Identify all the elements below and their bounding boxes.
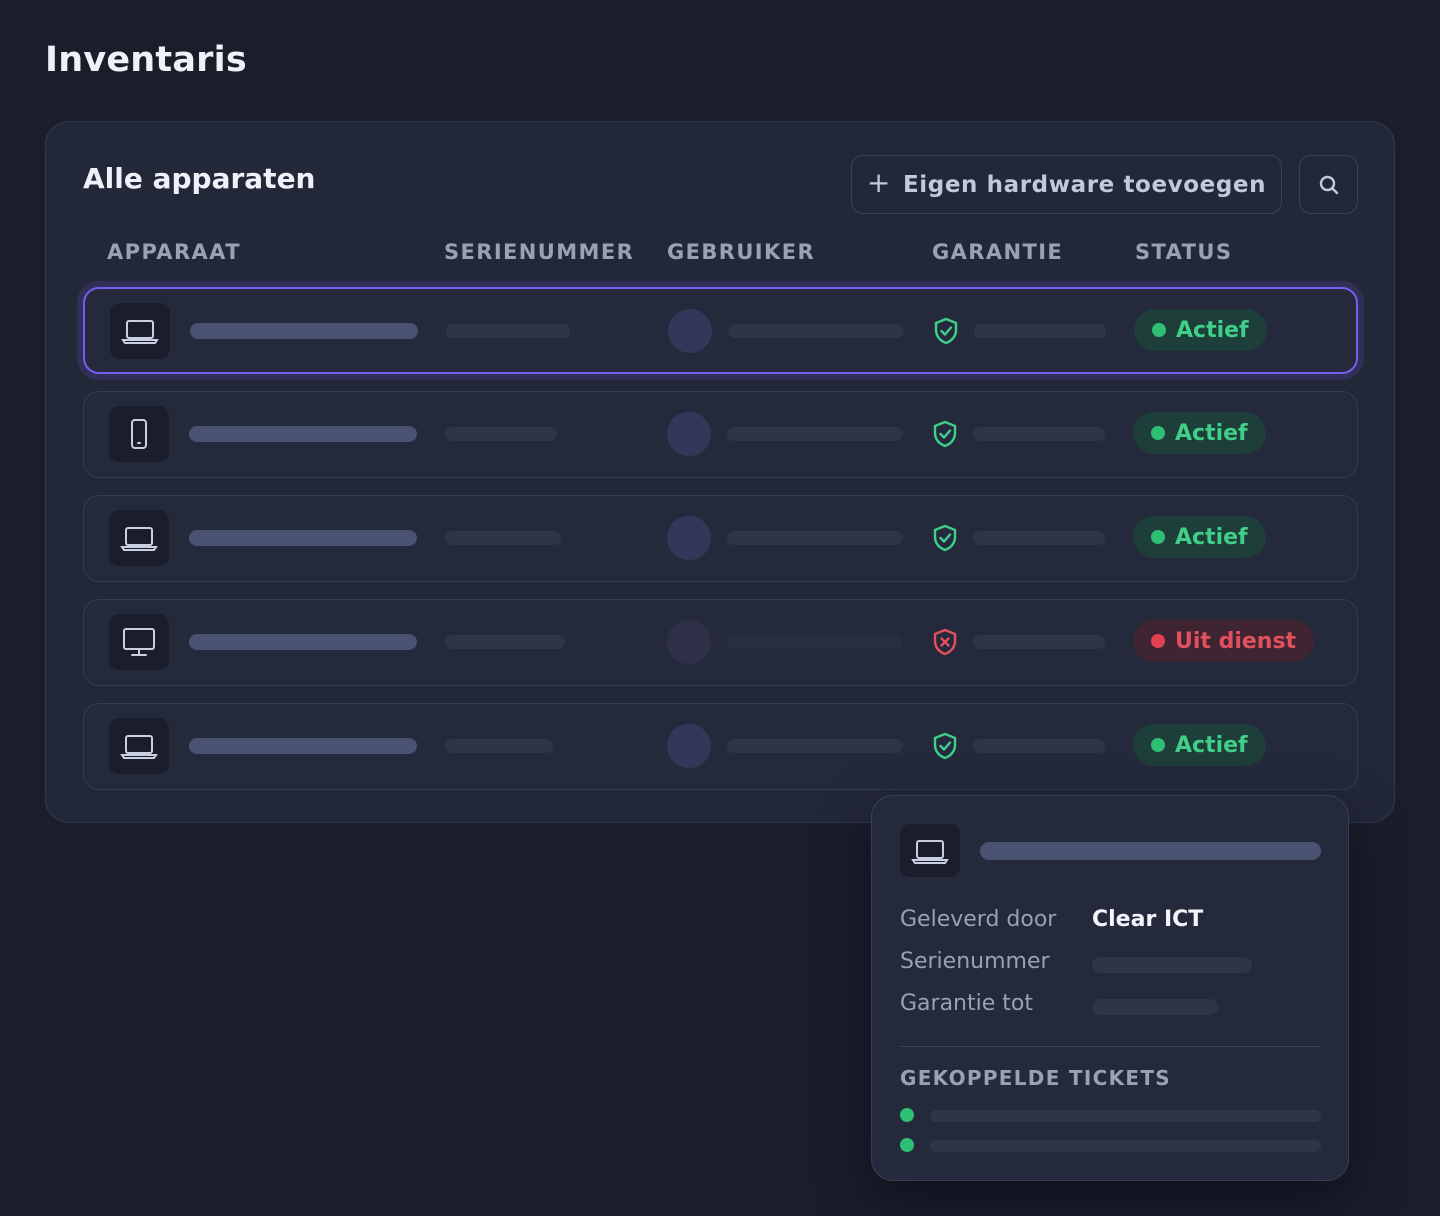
user-name-placeholder	[727, 635, 903, 649]
status-label: Actief	[1175, 420, 1248, 446]
plus-icon: +	[866, 166, 891, 199]
device-name-placeholder	[189, 634, 417, 650]
serial-placeholder	[445, 635, 565, 649]
laptop-icon	[120, 527, 158, 551]
serial-label: Serienummer	[900, 949, 1050, 974]
status-badge: Actief	[1134, 309, 1267, 351]
column-header-user[interactable]: GEBRUIKER	[667, 240, 815, 264]
shield-x-icon	[933, 628, 957, 656]
shield-check-icon	[933, 524, 957, 552]
status-label: Actief	[1175, 524, 1248, 550]
status-dot	[1151, 634, 1165, 648]
search-icon	[1319, 175, 1338, 194]
user-name-placeholder	[728, 324, 904, 338]
warranty-date-placeholder	[1092, 999, 1218, 1015]
page-title: Inventaris	[45, 40, 247, 80]
device-icon-cell	[109, 614, 169, 670]
divider	[900, 1046, 1321, 1047]
serial-placeholder	[445, 531, 561, 545]
smartphone-icon	[131, 419, 147, 449]
ticket-status-dot	[900, 1138, 914, 1152]
ticket-placeholder[interactable]	[930, 1140, 1321, 1152]
shield-check-icon	[934, 317, 958, 345]
laptop-icon	[120, 735, 158, 759]
table-row[interactable]: Actief	[83, 495, 1358, 582]
status-badge: Uit dienst	[1133, 620, 1315, 662]
add-hardware-label: Eigen hardware toevoegen	[902, 171, 1267, 198]
serial-placeholder	[446, 324, 570, 338]
status-badge: Actief	[1133, 412, 1266, 454]
warranty-date-placeholder	[973, 531, 1105, 545]
avatar	[667, 724, 711, 768]
laptop-icon	[121, 320, 159, 344]
device-icon-cell	[110, 303, 170, 359]
table-row[interactable]: Uit dienst	[83, 599, 1358, 686]
add-hardware-button[interactable]: + Eigen hardware toevoegen	[851, 155, 1282, 214]
laptop-icon	[911, 839, 949, 864]
device-name-placeholder	[190, 323, 418, 339]
device-icon-cell	[109, 718, 169, 774]
warranty-date-placeholder	[973, 739, 1105, 753]
warranty-until-label: Garantie tot	[900, 991, 1033, 1016]
shield-check-icon	[933, 732, 957, 760]
column-header-device[interactable]: APPARAAT	[107, 240, 241, 264]
avatar	[667, 620, 711, 664]
avatar	[668, 309, 712, 353]
device-detail-popover: Geleverd door Clear ICT Serienummer Gara…	[871, 795, 1349, 1181]
avatar	[667, 516, 711, 560]
card-title: Alle apparaten	[83, 162, 316, 195]
user-name-placeholder	[727, 531, 903, 545]
linked-tickets-heading: GEKOPPELDE TICKETS	[900, 1066, 1171, 1090]
serial-placeholder	[445, 739, 553, 753]
ticket-status-dot	[900, 1108, 914, 1122]
device-icon-cell	[109, 406, 169, 462]
devices-card: Alle apparaten + Eigen hardware toevoege…	[45, 121, 1395, 823]
status-dot	[1151, 530, 1165, 544]
table-row[interactable]: Actief	[83, 287, 1358, 374]
status-label: Uit dienst	[1175, 628, 1297, 654]
warranty-date-placeholder	[973, 427, 1105, 441]
status-dot	[1152, 323, 1166, 337]
status-dot	[1151, 738, 1165, 752]
device-name-placeholder	[189, 426, 417, 442]
avatar	[667, 412, 711, 456]
supplier-value: Clear ICT	[1092, 907, 1204, 932]
status-label: Actief	[1176, 317, 1249, 343]
status-badge: Actief	[1133, 516, 1266, 558]
status-dot	[1151, 426, 1165, 440]
shield-check-icon	[933, 420, 957, 448]
serial-placeholder	[1092, 957, 1252, 973]
column-header-warranty[interactable]: GARANTIE	[932, 240, 1063, 264]
table-row[interactable]: Actief	[83, 391, 1358, 478]
warranty-date-placeholder	[974, 324, 1106, 338]
serial-placeholder	[445, 427, 557, 441]
device-name-placeholder	[189, 530, 417, 546]
monitor-icon	[123, 628, 155, 656]
warranty-date-placeholder	[973, 635, 1105, 649]
device-name-placeholder	[980, 842, 1321, 860]
column-header-status[interactable]: STATUS	[1135, 240, 1232, 264]
search-button[interactable]	[1299, 155, 1358, 214]
device-name-placeholder	[189, 738, 417, 754]
column-header-serial[interactable]: SERIENUMMER	[444, 240, 634, 264]
table-row[interactable]: Actief	[83, 703, 1358, 790]
status-badge: Actief	[1133, 724, 1266, 766]
user-name-placeholder	[727, 427, 903, 441]
supplier-label: Geleverd door	[900, 907, 1057, 932]
user-name-placeholder	[727, 739, 903, 753]
device-icon-cell	[900, 824, 960, 877]
ticket-placeholder[interactable]	[930, 1110, 1321, 1122]
status-label: Actief	[1175, 732, 1248, 758]
device-icon-cell	[109, 510, 169, 566]
